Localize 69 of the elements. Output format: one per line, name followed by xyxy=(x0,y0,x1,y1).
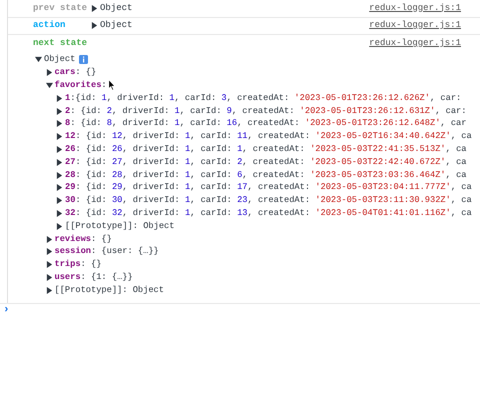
property-value: : {user: {…}} xyxy=(91,245,159,258)
collapse-triangle-icon[interactable] xyxy=(46,82,52,89)
expand-triangle-icon[interactable] xyxy=(46,274,52,281)
collapse-triangle-icon[interactable] xyxy=(35,56,42,64)
property-value: : {id: 2, driverId: 1, carId: 9, createdAt: '2023-05-01T23:26:12.631Z', car: xyxy=(70,104,466,118)
expand-triangle-icon[interactable] xyxy=(46,248,52,256)
property-value: : {id: 12, driverId: 1, carId: 11, createdAt: '2023-05-02T16:34:40.642Z', ca xyxy=(75,130,472,144)
property-name: trips xyxy=(54,258,81,272)
property-value: : xyxy=(101,78,107,92)
source-link[interactable]: redux-logger.js:1 xyxy=(369,2,461,15)
property-name: 32 xyxy=(65,206,76,220)
property-name: users xyxy=(54,270,81,284)
expand-triangle-icon[interactable] xyxy=(91,22,98,30)
property-name: 1 xyxy=(65,92,70,105)
property-value: : Object xyxy=(122,284,164,297)
expand-triangle-icon[interactable] xyxy=(91,4,98,12)
log-label: next state xyxy=(33,37,88,50)
property-name: 12 xyxy=(65,130,76,144)
source-link[interactable]: redux-logger.js:1 xyxy=(369,19,461,32)
property-name: 30 xyxy=(65,194,76,208)
console-prompt: › xyxy=(3,302,10,318)
property-value: : {} xyxy=(91,232,112,246)
property-value: : {id: 28, driverId: 1, carId: 6, createdAt: '2023-05-03T23:03:36.464Z', ca xyxy=(75,168,466,182)
property-name: 27 xyxy=(65,156,76,169)
property-name: session xyxy=(54,245,91,258)
property-name: [[Prototype]] xyxy=(54,284,122,297)
property-name: cars xyxy=(54,66,76,80)
object-value[interactable]: Object xyxy=(100,2,132,15)
property-value: : {id: 29, driverId: 1, carId: 17, createdAt: '2023-05-03T23:04:11.777Z', ca xyxy=(75,181,472,194)
property-name: reviews xyxy=(54,232,91,246)
info-icon[interactable] xyxy=(79,55,88,64)
property-name: 26 xyxy=(65,142,76,156)
property-name: 2 xyxy=(65,104,70,118)
property-value: : {id: 26, driverId: 1, carId: 1, createdAt: '2023-05-03T22:41:35.513Z', ca xyxy=(75,142,466,156)
property-value: : {id: 32, driverId: 1, carId: 13, createdAt: '2023-05-04T01:41:01.116Z', ca xyxy=(75,206,472,220)
property-value: : {} xyxy=(75,66,96,80)
mouse-cursor-icon xyxy=(108,79,116,91)
expand-triangle-icon[interactable] xyxy=(56,120,63,128)
object-value[interactable]: Object xyxy=(100,19,132,32)
property-name: Object xyxy=(44,53,76,66)
property-name: favorites xyxy=(54,78,102,92)
expand-triangle-icon[interactable] xyxy=(56,222,63,230)
property-value: : {id: 30, driverId: 1, carId: 23, createdAt: '2023-05-03T23:11:30.932Z', ca xyxy=(75,194,472,208)
expand-triangle-icon[interactable] xyxy=(56,158,63,166)
expand-triangle-icon[interactable] xyxy=(46,286,52,294)
property-name: 8 xyxy=(65,117,70,130)
property-value: : {} xyxy=(80,258,102,272)
expand-triangle-icon[interactable] xyxy=(46,261,52,268)
property-value: : {1: {…}} xyxy=(80,270,133,284)
expand-triangle-icon[interactable] xyxy=(46,236,52,243)
property-value: :{id: 1, driverId: 1, carId: 3, createdAt: '2023-05-01T23:26:12.626Z', car: xyxy=(70,92,462,105)
log-label: prev state xyxy=(33,2,88,14)
property-name: 29 xyxy=(65,181,76,194)
property-value: : Object xyxy=(132,220,174,233)
expand-triangle-icon[interactable] xyxy=(56,172,63,179)
expand-triangle-icon[interactable] xyxy=(56,210,63,217)
property-value: : {id: 8, driverId: 1, carId: 16, createdAt: '2023-05-01T23:26:12.648Z', car xyxy=(70,117,466,130)
expand-triangle-icon[interactable] xyxy=(56,94,63,102)
expand-triangle-icon[interactable] xyxy=(56,197,63,204)
property-name: 28 xyxy=(65,168,76,182)
expand-triangle-icon[interactable] xyxy=(56,184,63,192)
expand-triangle-icon[interactable] xyxy=(56,146,63,153)
log-label: action xyxy=(33,19,66,32)
expand-triangle-icon[interactable] xyxy=(56,133,63,140)
property-name: [[Prototype]] xyxy=(65,220,133,233)
source-link[interactable]: redux-logger.js:1 xyxy=(369,37,461,50)
expand-triangle-icon[interactable] xyxy=(56,108,63,115)
expand-triangle-icon[interactable] xyxy=(46,69,52,76)
property-value: : {id: 27, driverId: 1, carId: 2, createdAt: '2023-05-03T22:42:40.672Z', ca xyxy=(75,156,466,169)
